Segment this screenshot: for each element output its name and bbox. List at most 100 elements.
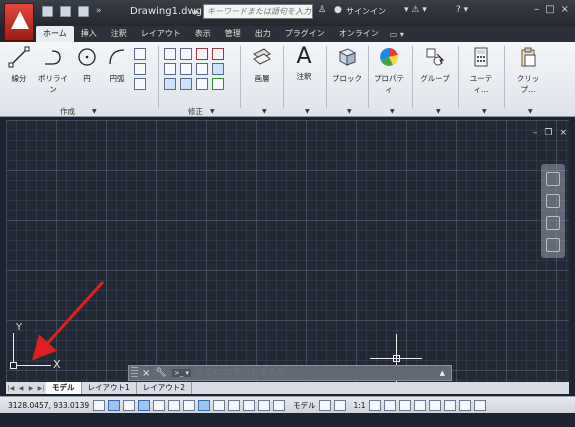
tab-layout1[interactable]: レイアウト1 <box>82 382 137 394</box>
move-icon[interactable] <box>164 48 176 60</box>
tab-layout2[interactable]: レイアウト2 <box>137 382 193 394</box>
stretch-icon[interactable] <box>164 78 176 90</box>
last-tab-icon[interactable]: ▶| <box>36 385 46 392</box>
mirror-icon[interactable] <box>180 63 192 75</box>
binoculars-icon[interactable]: ♙ <box>318 5 326 15</box>
group-dropdown-icon[interactable]: ▼ <box>436 108 441 115</box>
draw-group-label[interactable]: 作成 <box>60 106 75 117</box>
tab-layout[interactable]: レイアウト <box>134 26 188 42</box>
exchange-icon[interactable]: ▾ ⚠ ▾ <box>404 5 427 15</box>
tab-online[interactable]: オンライン <box>332 26 386 42</box>
block-dropdown-icon[interactable]: ▼ <box>347 108 352 115</box>
clipboard-tool[interactable]: クリップ… <box>510 46 546 95</box>
orbit-icon[interactable] <box>546 238 560 252</box>
dynamic-input-icon[interactable] <box>228 399 240 411</box>
steering-wheel-icon[interactable] <box>546 172 560 186</box>
group-tool[interactable]: グループ <box>420 46 450 84</box>
save-icon[interactable] <box>78 6 89 17</box>
line-tool[interactable]: 線分 <box>4 46 34 84</box>
open-file-icon[interactable] <box>60 6 71 17</box>
rectangle-icon[interactable] <box>134 48 146 60</box>
zoom-icon[interactable] <box>546 216 560 230</box>
command-prompt-icon[interactable]: >_ ▾ <box>171 369 191 377</box>
3d-object-snap-icon[interactable] <box>183 399 195 411</box>
signin-link[interactable]: サインイン <box>346 6 386 17</box>
coordinate-readout[interactable]: 3128.0457, 933.0139 <box>8 401 90 410</box>
hatch-icon[interactable] <box>134 63 146 75</box>
tab-plugins[interactable]: プラグイン <box>278 26 332 42</box>
trim-icon[interactable] <box>196 48 208 60</box>
snap-mode-icon[interactable] <box>108 399 120 411</box>
viewport-minimize-icon[interactable]: – <box>533 128 538 138</box>
tab-annotate[interactable]: 注釈 <box>104 26 134 42</box>
offset-icon[interactable] <box>212 78 224 90</box>
grid-display-icon[interactable] <box>123 399 135 411</box>
wrench-icon[interactable]: 🔧︎ <box>155 368 166 378</box>
next-tab-icon[interactable]: ▶ <box>26 385 36 392</box>
workspace-switch-icon[interactable] <box>398 399 411 411</box>
help-search-input[interactable] <box>203 4 313 19</box>
tab-manage[interactable]: 管理 <box>218 26 248 42</box>
annotation-tool[interactable]: A 注釈 <box>289 46 319 82</box>
modify-group-label[interactable]: 修正 <box>188 106 203 117</box>
command-history-dropdown-icon[interactable]: ▲ <box>440 369 445 377</box>
ortho-mode-icon[interactable] <box>138 399 150 411</box>
quick-view-layouts-icon[interactable] <box>318 399 331 411</box>
annotation-visibility-icon[interactable] <box>368 399 381 411</box>
lock-ui-icon[interactable] <box>413 399 426 411</box>
auto-scale-icon[interactable] <box>383 399 396 411</box>
maximize-icon[interactable]: □ <box>545 4 554 15</box>
command-input[interactable] <box>194 366 440 380</box>
qat-more-icon[interactable]: » <box>96 6 104 17</box>
draw-group-dropdown-icon[interactable]: ▼ <box>92 108 97 115</box>
tab-model[interactable]: モデル <box>46 382 82 394</box>
pan-icon[interactable] <box>546 194 560 208</box>
isolate-objects-icon[interactable] <box>443 399 456 411</box>
viewport-close-icon[interactable]: × <box>559 128 567 138</box>
explode-icon[interactable] <box>212 63 224 75</box>
quick-view-drawings-icon[interactable] <box>333 399 346 411</box>
quick-properties-icon[interactable] <box>273 399 285 411</box>
minimize-icon[interactable]: – <box>534 4 539 15</box>
circle-tool[interactable]: 円 <box>72 46 102 84</box>
transparency-icon[interactable] <box>258 399 270 411</box>
scale-icon[interactable] <box>180 78 192 90</box>
table-icon[interactable] <box>134 78 146 90</box>
tab-home[interactable]: ホーム <box>36 26 74 42</box>
copy-icon[interactable] <box>164 63 176 75</box>
command-close-icon[interactable]: × <box>142 368 150 379</box>
viewport-restore-icon[interactable]: ❐ <box>544 128 552 138</box>
object-snap-icon[interactable] <box>168 399 180 411</box>
arc-tool[interactable]: 円弧 <box>102 46 132 84</box>
polar-tracking-icon[interactable] <box>153 399 165 411</box>
new-file-icon[interactable] <box>42 6 53 17</box>
rotate-icon[interactable] <box>180 48 192 60</box>
status-bar-menu-icon[interactable] <box>458 399 471 411</box>
model-space-label[interactable]: モデル <box>293 400 316 411</box>
command-line-grip[interactable] <box>131 367 138 379</box>
properties-tool[interactable]: プロパティ <box>374 46 404 95</box>
layers-tool[interactable]: 画層 <box>247 46 277 84</box>
clipboard-dropdown-icon[interactable]: ▼ <box>528 108 533 115</box>
tab-insert[interactable]: 挿入 <box>74 26 104 42</box>
polyline-tool[interactable]: ポリライン <box>38 46 68 95</box>
application-menu-button[interactable] <box>4 3 34 41</box>
modify-group-dropdown-icon[interactable]: ▼ <box>210 108 215 115</box>
drawing-canvas[interactable] <box>6 120 569 382</box>
tab-output[interactable]: 出力 <box>248 26 278 42</box>
ribbon-options-icon[interactable]: ▭ ▾ <box>390 30 404 39</box>
infer-constraints-icon[interactable] <box>93 399 105 411</box>
layers-dropdown-icon[interactable]: ▼ <box>262 108 267 115</box>
user-icon[interactable]: ● <box>334 5 342 15</box>
prev-tab-icon[interactable]: ◀ <box>16 385 26 392</box>
first-tab-icon[interactable]: |◀ <box>6 385 16 392</box>
block-tool[interactable]: ブロック <box>332 46 362 84</box>
utilities-tool[interactable]: ユーティ… <box>466 46 496 95</box>
lineweight-icon[interactable] <box>243 399 255 411</box>
hardware-acceleration-icon[interactable] <box>428 399 441 411</box>
annotation-scale[interactable]: 1:1 <box>354 401 366 410</box>
utilities-dropdown-icon[interactable]: ▼ <box>482 108 487 115</box>
fillet-icon[interactable] <box>196 63 208 75</box>
tab-view[interactable]: 表示 <box>188 26 218 42</box>
help-icon[interactable]: ? ▾ <box>456 5 468 15</box>
